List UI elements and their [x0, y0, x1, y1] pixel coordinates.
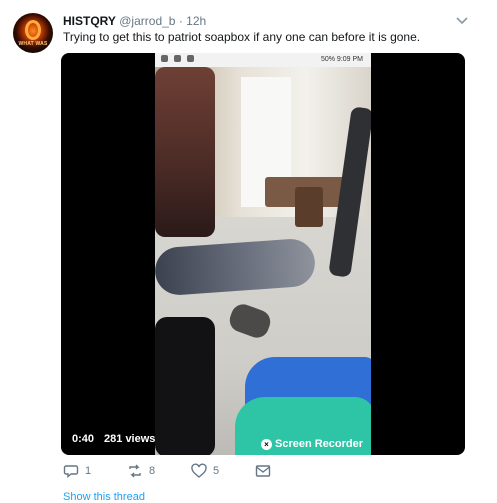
- avatar[interactable]: WHAT WAS: [13, 13, 53, 53]
- tweet-actions: 1 8 5: [63, 463, 319, 479]
- flame-logo-icon: [25, 20, 41, 40]
- reply-count: 1: [85, 465, 92, 477]
- reply-button[interactable]: 1: [63, 463, 127, 479]
- like-button[interactable]: 5: [191, 463, 255, 479]
- tweet-header: HISTQRY @jarrod_b · 12h: [63, 14, 206, 28]
- screen-recorder-icon: ×: [261, 438, 272, 450]
- screen-recorder-watermark: × Screen Recorder: [261, 438, 363, 450]
- show-thread-link[interactable]: Show this thread: [63, 491, 145, 503]
- display-name[interactable]: HISTQRY: [63, 14, 116, 28]
- notification-icon: [161, 55, 168, 62]
- notification-icon: [187, 55, 194, 62]
- like-icon: [191, 463, 207, 478]
- video-views: 281 views: [104, 433, 156, 445]
- reply-icon: [63, 465, 79, 478]
- avatar-text: WHAT WAS: [18, 41, 48, 47]
- retweet-count: 8: [149, 465, 156, 477]
- video-duration: 0:40: [72, 433, 95, 445]
- direct-message-button[interactable]: [255, 463, 319, 479]
- retweet-button[interactable]: 8: [127, 463, 191, 479]
- phone-status-bar: 50% 9:09 PM: [155, 53, 371, 67]
- screen-recorder-label: Screen Recorder: [275, 438, 364, 450]
- chevron-down-icon[interactable]: [455, 14, 469, 28]
- notification-icon: [174, 55, 181, 62]
- video-frame: [155, 67, 371, 455]
- timestamp[interactable]: 12h: [186, 14, 206, 28]
- video-meta: 0:40 281 views: [72, 433, 155, 445]
- separator-dot: ·: [178, 14, 183, 28]
- user-handle[interactable]: @jarrod_b: [119, 14, 175, 28]
- retweet-icon: [129, 464, 141, 478]
- like-count: 5: [213, 465, 220, 477]
- message-icon: [255, 465, 271, 477]
- tweet[interactable]: WHAT WAS HISTQRY @jarrod_b · 12h Trying …: [0, 0, 497, 503]
- tweet-text: Trying to get this to patriot soapbox if…: [63, 30, 421, 44]
- phone-status-text: 50% 9:09 PM: [320, 56, 363, 63]
- video-player[interactable]: 50% 9:09 PM 0:40 281 views × Screen Reco…: [61, 53, 465, 455]
